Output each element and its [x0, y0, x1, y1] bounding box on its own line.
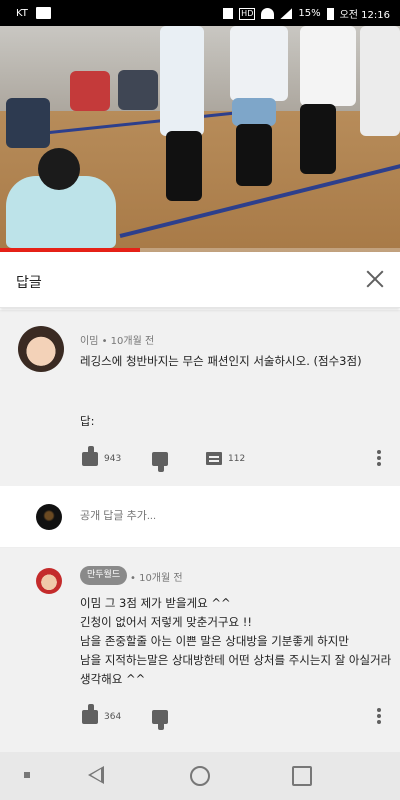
- like-action: 943: [82, 446, 122, 466]
- more-icon[interactable]: [377, 708, 381, 724]
- comment-text-line2: 답:: [80, 414, 95, 428]
- kid-seated-3: [118, 70, 158, 110]
- reply-like-count: 364: [104, 712, 122, 722]
- overview-icon[interactable]: [292, 766, 312, 786]
- walker-1: [160, 26, 204, 136]
- thumbs-up-icon[interactable]: [82, 704, 98, 724]
- recent-dot-icon[interactable]: [24, 772, 30, 778]
- pulse-icon: [35, 7, 51, 19]
- reply-text-line5: 생각해요 ^^: [80, 672, 146, 686]
- mute-icon: [223, 8, 234, 19]
- kid-seated-1: [6, 98, 50, 148]
- add-reply-input[interactable]: [80, 510, 370, 522]
- video-player[interactable]: [0, 26, 400, 252]
- walker-2-shorts: [232, 98, 276, 126]
- carrier-label: KT: [16, 7, 28, 19]
- status-left: KT: [16, 7, 51, 19]
- avatar[interactable]: [18, 326, 64, 372]
- comment-text-line1: 레깅스에 청반바지는 무슨 패션인지 서술하시오. (점수3점): [80, 354, 362, 368]
- comment-author[interactable]: 이밈: [80, 336, 98, 347]
- reply-dislike-action: [152, 710, 168, 730]
- walker-4: [360, 26, 400, 136]
- kid-seated-2: [70, 71, 110, 111]
- panel-header: 답글: [0, 252, 400, 308]
- reply-like-action: 364: [82, 704, 122, 724]
- avatar[interactable]: [36, 568, 62, 594]
- hd-icon: HD: [239, 7, 256, 20]
- more-icon[interactable]: [377, 450, 381, 466]
- thumbs-down-icon[interactable]: [152, 710, 168, 730]
- reply-text-line4: 남을 지적하는말은 상대방한테 어떤 상처를 주시는지 잘 아실거라: [80, 653, 392, 667]
- reply-meta: • 10개월 전: [130, 569, 183, 584]
- system-nav-bar: [0, 752, 400, 800]
- meta-separator: •: [101, 336, 111, 347]
- panel-title: 답글: [16, 275, 42, 291]
- walker-3-legs: [300, 104, 336, 174]
- main-comment: 이밈 • 10개월 전 레깅스에 청반바지는 무슨 패션인지 서술하시오. (점…: [0, 310, 400, 486]
- walker-2: [230, 26, 288, 101]
- reply-comment: 만두월드 • 10개월 전 이밈 그 3점 제가 받을게요 ^^ 긴청이 없어서…: [0, 548, 400, 752]
- wifi-icon: [261, 8, 275, 19]
- reply-text-line2: 긴청이 없어서 저렇게 맞춘거구요 !!: [80, 615, 252, 629]
- reply-text-line3: 남을 존중할줄 아는 이쁜 말은 상대방을 기분좋게 하지만: [80, 634, 349, 648]
- status-bar: KT HD 15% 오전 12:16: [0, 0, 400, 26]
- comment-time: 10개월 전: [110, 336, 155, 347]
- reply-count: 112: [228, 453, 246, 464]
- back-icon[interactable]: [88, 766, 104, 784]
- add-reply-row: [0, 486, 400, 548]
- reply-author-chip[interactable]: 만두월드: [80, 566, 128, 585]
- reply-action: 112: [206, 452, 245, 465]
- reply-text-line1: 이밈 그 3점 제가 받을게요 ^^: [80, 596, 231, 610]
- like-count: 943: [104, 454, 122, 464]
- clock: 오전 12:16: [339, 10, 390, 21]
- close-icon[interactable]: [364, 268, 386, 290]
- my-avatar: [36, 504, 62, 530]
- meta-separator: •: [130, 573, 140, 584]
- thumbs-up-icon[interactable]: [82, 446, 98, 466]
- battery-icon: [326, 7, 334, 20]
- dislike-action: [152, 452, 168, 472]
- replies-panel: 답글 이밈 • 10개월 전 레깅스에 청반바지는 무슨 패션인지 서술하시오.…: [0, 252, 400, 752]
- comment-meta: 이밈 • 10개월 전: [80, 332, 154, 347]
- status-right: HD 15% 오전 12:16: [223, 6, 390, 21]
- walker-3: [300, 26, 356, 106]
- thumbs-down-icon[interactable]: [152, 452, 168, 472]
- battery-percent: 15%: [298, 8, 321, 19]
- walker-1-legs: [166, 131, 202, 201]
- home-icon[interactable]: [190, 766, 210, 786]
- walker-2-legs: [236, 124, 272, 186]
- child-head: [38, 148, 80, 190]
- reply-time: 10개월 전: [139, 573, 183, 584]
- signal-icon: [280, 8, 293, 19]
- reply-icon[interactable]: [206, 452, 222, 465]
